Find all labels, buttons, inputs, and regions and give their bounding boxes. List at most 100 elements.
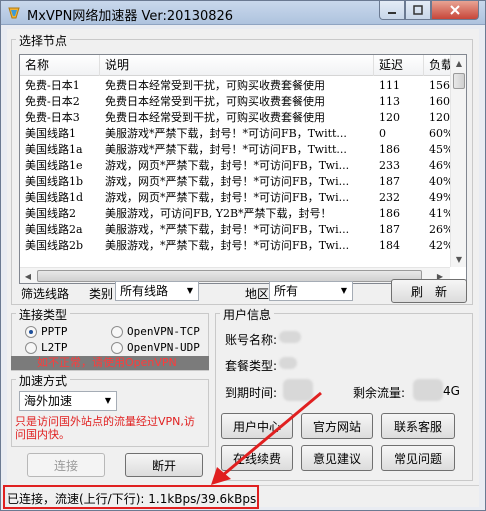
category-select-value: 所有线路	[120, 284, 169, 298]
node-select-group-label: 选择节点	[16, 32, 71, 49]
app-window: MxVPN网络加速器 Ver:20130826 选择节点 名称 说明 延迟 负载…	[0, 0, 486, 511]
acceleration-select[interactable]: 海外加速 ▼	[19, 391, 117, 411]
table-row[interactable]: 美国线路1e 游戏，网页*严禁下载，封号！*可访问FB，Twi... 233 46%	[20, 158, 450, 174]
cell-load: 26%	[429, 223, 450, 236]
cell-desc: 美服游戏*严禁下载，封号！*可访问FB，Twitt...	[105, 127, 347, 140]
faq-button[interactable]: 常见问题	[381, 445, 455, 471]
node-list-header: 名称 说明 延迟 负载	[20, 55, 464, 76]
cell-load: 46%	[429, 159, 450, 172]
column-header-desc[interactable]: 说明	[100, 55, 374, 76]
cell-load: 41%	[429, 207, 450, 220]
cell-load: 42%	[429, 239, 450, 252]
radio-pptp-label: PPTP	[41, 325, 68, 338]
app-icon	[8, 7, 20, 19]
node-list[interactable]: 名称 说明 延迟 负载 免费-日本1 免费日本经常受到干扰，可购买收费套餐使用 11…	[19, 54, 467, 284]
cell-name: 美国线路2a	[25, 223, 83, 236]
chevron-down-icon: ▼	[186, 286, 194, 295]
plan-value-redacted	[279, 357, 297, 369]
cell-name: 美国线路1d	[25, 191, 84, 204]
connection-warning: 如不正常，请使用OpenVPN	[11, 356, 209, 370]
hscroll-thumb[interactable]	[37, 270, 422, 282]
cell-load: 120	[429, 111, 450, 124]
cell-name: 美国线路2b	[25, 239, 84, 252]
vscroll-thumb[interactable]	[453, 73, 465, 89]
remaining-value-redacted	[413, 379, 443, 401]
filter-label: 筛选线路	[21, 287, 70, 301]
cell-desc: 免费日本经常受到干扰，可购买收费套餐使用	[105, 79, 325, 92]
cell-name: 美国线路1a	[25, 143, 83, 156]
cell-load: 40%	[429, 175, 450, 188]
category-select[interactable]: 所有线路 ▼	[115, 281, 199, 301]
region-select-value: 所有	[274, 284, 299, 298]
column-header-name[interactable]: 名称	[20, 55, 100, 76]
cell-desc: 美服游戏，可访问FB, Y2B*严禁下载，封号！	[105, 207, 332, 220]
cell-desc: 游戏，网页*严禁下载，封号！*可访问FB，Twi...	[105, 191, 350, 204]
node-list-hscrollbar[interactable]: ◀ ▶	[20, 267, 450, 283]
feedback-button[interactable]: 意见建议	[301, 445, 373, 471]
cell-latency: 184	[379, 239, 400, 252]
radio-dot-icon	[25, 325, 37, 338]
expiry-value-redacted	[283, 379, 313, 401]
expiry-label: 到期时间:	[225, 386, 278, 400]
user-info-group-label: 用户信息	[220, 306, 275, 323]
maximize-button[interactable]	[405, 1, 431, 20]
renew-online-button[interactable]: 在线续费	[221, 445, 293, 471]
maximize-icon	[413, 5, 423, 15]
cell-load: 156	[429, 79, 450, 92]
cell-desc: 免费日本经常受到干扰，可购买收费套餐使用	[105, 95, 325, 108]
plan-label: 套餐类型:	[225, 359, 278, 373]
table-row[interactable]: 美国线路1b 游戏，网页*严禁下载，封号！*可访问FB，Twi... 187 40%	[20, 174, 450, 190]
refresh-button[interactable]: 刷 新	[391, 279, 467, 303]
table-row[interactable]: 免费-日本3 免费日本经常受到干扰，可购买收费套餐使用 120 120	[20, 110, 450, 126]
window-title: MxVPN网络加速器 Ver:20130826	[27, 9, 234, 24]
cell-desc: 美服游戏*严禁下载，封号！*可访问FB，Twitt...	[105, 143, 347, 156]
table-row[interactable]: 免费-日本2 免费日本经常受到干扰，可购买收费套餐使用 113 160	[20, 94, 450, 110]
radio-dot-icon	[25, 341, 37, 354]
table-row[interactable]: 美国线路1a 美服游戏*严禁下载，封号！*可访问FB，Twitt... 186 45%	[20, 142, 450, 158]
node-list-body: 免费-日本1 免费日本经常受到干扰，可购买收费套餐使用 111 156 免费-日本2 免费…	[20, 77, 450, 267]
node-list-vscrollbar[interactable]: ▲ ▼	[450, 55, 466, 267]
contact-support-button[interactable]: 联系客服	[381, 413, 455, 439]
status-highlight-box	[3, 485, 259, 509]
radio-openvpn-udp[interactable]: OpenVPN-UDP	[111, 341, 200, 354]
connect-button[interactable]: 连接	[27, 453, 105, 477]
close-button[interactable]	[431, 1, 479, 20]
cell-latency: 0	[379, 127, 386, 140]
cell-load: 45%	[429, 143, 450, 156]
official-site-button[interactable]: 官方网站	[301, 413, 373, 439]
table-row[interactable]: 美国线路2a 美服游戏，*严禁下载，封号！*可访问FB，Twi... 187 26%	[20, 222, 450, 238]
user-center-button[interactable]: 用户中心	[221, 413, 293, 439]
cell-latency: 186	[379, 143, 400, 156]
radio-l2tp[interactable]: L2TP	[25, 341, 68, 354]
scroll-up-arrow-icon[interactable]: ▲	[451, 55, 466, 71]
column-header-latency[interactable]: 延迟	[374, 55, 424, 76]
cell-name: 美国线路1	[25, 127, 76, 140]
cell-latency: 233	[379, 159, 400, 172]
account-label: 账号名称:	[225, 333, 278, 347]
radio-pptp[interactable]: PPTP	[25, 325, 68, 338]
cell-desc: 游戏，网页*严禁下载，封号！*可访问FB，Twi...	[105, 159, 350, 172]
scroll-down-arrow-icon[interactable]: ▼	[451, 251, 466, 267]
disconnect-button[interactable]: 断开	[125, 453, 203, 477]
cell-desc: 游戏，网页*严禁下载，封号！*可访问FB，Twi...	[105, 175, 350, 188]
chevron-down-icon: ▼	[340, 286, 348, 295]
minimize-button[interactable]	[379, 1, 405, 20]
table-row[interactable]: 美国线路1 美服游戏*严禁下载，封号！*可访问FB，Twitt... 0 60%	[20, 126, 450, 142]
table-row[interactable]: 免费-日本1 免费日本经常受到干扰，可购买收费套餐使用 111 156	[20, 78, 450, 94]
remaining-label: 剩余流量:	[353, 386, 406, 400]
region-select[interactable]: 所有 ▼	[269, 281, 353, 301]
table-row[interactable]: 美国线路2 美服游戏，可访问FB, Y2B*严禁下载，封号！ 186 41%	[20, 206, 450, 222]
radio-dot-icon	[111, 341, 123, 354]
table-row[interactable]: 美国线路1d 游戏，网页*严禁下载，封号！*可访问FB，Twi... 232 49%	[20, 190, 450, 206]
table-row[interactable]: 美国线路2b 美服游戏，*严禁下载，封号！*可访问FB，Twi... 184 42%	[20, 238, 450, 254]
category-label: 类别	[89, 287, 114, 301]
radio-openvpn-tcp[interactable]: OpenVPN-TCP	[111, 325, 200, 338]
cell-latency: 111	[379, 79, 400, 92]
cell-desc: 美服游戏，*严禁下载，封号！*可访问FB，Twi...	[105, 223, 350, 236]
cell-load: 160	[429, 95, 450, 108]
region-label: 地区	[245, 287, 270, 301]
title-bar[interactable]: MxVPN网络加速器 Ver:20130826	[1, 1, 485, 25]
cell-desc: 美服游戏，*严禁下载，封号！*可访问FB，Twi...	[105, 239, 350, 252]
scroll-left-arrow-icon[interactable]: ◀	[20, 268, 36, 283]
chevron-down-icon: ▼	[104, 396, 112, 405]
